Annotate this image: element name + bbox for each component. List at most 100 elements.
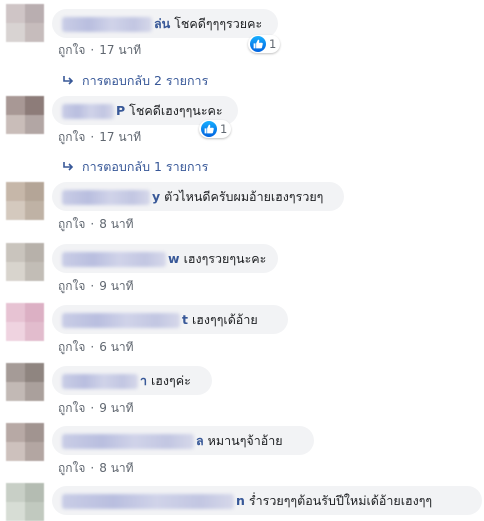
- comment-meta: ถูกใจ · 17 นาที: [58, 41, 141, 60]
- timestamp[interactable]: 8 นาที: [99, 461, 133, 475]
- blurred-name[interactable]: [62, 104, 114, 119]
- like-link[interactable]: ถูกใจ: [58, 43, 85, 57]
- separator-dot: ·: [90, 461, 95, 475]
- view-replies-link[interactable]: การตอบกลับ 2 รายการ: [62, 71, 208, 91]
- like-link[interactable]: ถูกใจ: [58, 401, 85, 415]
- comment-meta: ถูกใจ · 8 นาที: [58, 459, 134, 478]
- comment-meta: ถูกใจ · 6 นาที: [58, 338, 134, 357]
- avatar[interactable]: [6, 303, 44, 341]
- avatar-pixel: [25, 363, 44, 382]
- avatar[interactable]: [6, 243, 44, 281]
- reaction-badge[interactable]: 1: [248, 35, 281, 53]
- avatar[interactable]: [6, 182, 44, 220]
- avatar-pixel: [25, 262, 44, 281]
- blurred-name[interactable]: [62, 374, 138, 389]
- comment-meta: ถูกใจ · 17 นาที: [58, 128, 141, 147]
- separator-dot: ·: [90, 279, 95, 293]
- avatar-pixel: [25, 23, 44, 42]
- avatar-pixel: [25, 243, 44, 262]
- avatar-pixel: [6, 96, 25, 115]
- comment-bubble: w เฮงๆรวยๆนะคะ: [52, 244, 278, 273]
- blurred-name[interactable]: [62, 17, 152, 32]
- avatar-pixel: [25, 483, 44, 502]
- separator-dot: ·: [90, 43, 95, 57]
- reaction-count: 1: [269, 37, 277, 51]
- like-link[interactable]: ถูกใจ: [58, 340, 85, 354]
- like-link[interactable]: ถูกใจ: [58, 461, 85, 475]
- avatar[interactable]: [6, 4, 44, 42]
- avatar-pixel: [6, 201, 25, 220]
- avatar-pixel: [25, 4, 44, 23]
- avatar-pixel: [25, 303, 44, 322]
- avatar[interactable]: [6, 363, 44, 401]
- comment-bubble: ล่น โชคดีๆๆๆรวยคะ: [52, 9, 278, 38]
- like-link[interactable]: ถูกใจ: [58, 217, 85, 231]
- comment-text: เฮงๆรวยๆนะคะ: [183, 251, 267, 266]
- comment-bubble: n ร่ำรวยๆๆต้อนรับปีใหม่เด้อ้ายเฮงๆๆ: [52, 486, 482, 515]
- avatar-pixel: [6, 322, 25, 341]
- commenter-name[interactable]: ล: [196, 433, 204, 448]
- blurred-name[interactable]: [62, 252, 166, 267]
- avatar-pixel: [25, 322, 44, 341]
- comment-text: หมานๆจ้าอ้าย: [207, 433, 283, 448]
- avatar-pixel: [6, 182, 25, 201]
- timestamp[interactable]: 17 นาที: [99, 130, 141, 144]
- avatar-pixel: [25, 382, 44, 401]
- view-replies-label: การตอบกลับ 1 รายการ: [82, 159, 209, 174]
- avatar-pixel: [6, 442, 25, 461]
- reply-arrow-icon: [62, 76, 74, 86]
- avatar-pixel: [25, 423, 44, 442]
- comment-text: โชคดีๆๆๆรวยคะ: [174, 16, 263, 31]
- timestamp[interactable]: 8 นาที: [99, 217, 133, 231]
- avatar-pixel: [6, 262, 25, 281]
- avatar-pixel: [25, 96, 44, 115]
- comment-meta: ถูกใจ · 9 นาที: [58, 399, 134, 418]
- separator-dot: ·: [90, 130, 95, 144]
- timestamp[interactable]: 9 นาที: [99, 279, 133, 293]
- commenter-name[interactable]: y: [152, 189, 160, 204]
- avatar-pixel: [6, 483, 25, 502]
- reply-arrow-icon: [62, 162, 74, 172]
- commenter-name[interactable]: n: [236, 493, 245, 508]
- avatar-pixel: [6, 243, 25, 262]
- comment-text: ตัวไหนดีครับผมอ้ายเฮงๆรวยๆ: [164, 189, 324, 204]
- commenter-name[interactable]: t: [182, 312, 188, 327]
- avatar-pixel: [6, 115, 25, 134]
- avatar[interactable]: [6, 423, 44, 461]
- like-link[interactable]: ถูกใจ: [58, 130, 85, 144]
- view-replies-label: การตอบกลับ 2 รายการ: [82, 73, 209, 88]
- reaction-count: 1: [220, 122, 228, 136]
- blurred-name[interactable]: [62, 434, 194, 449]
- blurred-name[interactable]: [62, 190, 150, 205]
- avatar-pixel: [6, 423, 25, 442]
- avatar-pixel: [25, 201, 44, 220]
- separator-dot: ·: [90, 401, 95, 415]
- commenter-name[interactable]: P: [116, 103, 125, 118]
- avatar-pixel: [6, 4, 25, 23]
- timestamp[interactable]: 17 นาที: [99, 43, 141, 57]
- avatar-pixel: [6, 502, 25, 521]
- commenter-name[interactable]: w: [168, 251, 180, 266]
- comment-bubble: y ตัวไหนดีครับผมอ้ายเฮงๆรวยๆ: [52, 182, 344, 211]
- timestamp[interactable]: 9 นาที: [99, 401, 133, 415]
- comment-bubble: า เฮงๆค่ะ: [52, 366, 212, 395]
- avatar-pixel: [25, 502, 44, 521]
- timestamp[interactable]: 6 นาที: [99, 340, 133, 354]
- blurred-name[interactable]: [62, 494, 234, 509]
- avatar[interactable]: [6, 96, 44, 134]
- comment-bubble: t เฮงๆๆเด้อ้าย: [52, 305, 288, 334]
- avatar[interactable]: [6, 483, 44, 521]
- comment-text: เฮงๆค่ะ: [151, 373, 191, 388]
- avatar-pixel: [6, 363, 25, 382]
- avatar-pixel: [25, 442, 44, 461]
- commenter-name[interactable]: ล่น: [154, 16, 170, 31]
- commenter-name[interactable]: า: [140, 373, 147, 388]
- comment-bubble: ลหมานๆจ้าอ้าย: [52, 426, 314, 455]
- separator-dot: ·: [90, 340, 95, 354]
- like-link[interactable]: ถูกใจ: [58, 279, 85, 293]
- avatar-pixel: [25, 115, 44, 134]
- reaction-badge[interactable]: 1: [199, 120, 232, 138]
- blurred-name[interactable]: [62, 313, 180, 328]
- comment-meta: ถูกใจ · 9 นาที: [58, 277, 134, 296]
- view-replies-link[interactable]: การตอบกลับ 1 รายการ: [62, 157, 208, 177]
